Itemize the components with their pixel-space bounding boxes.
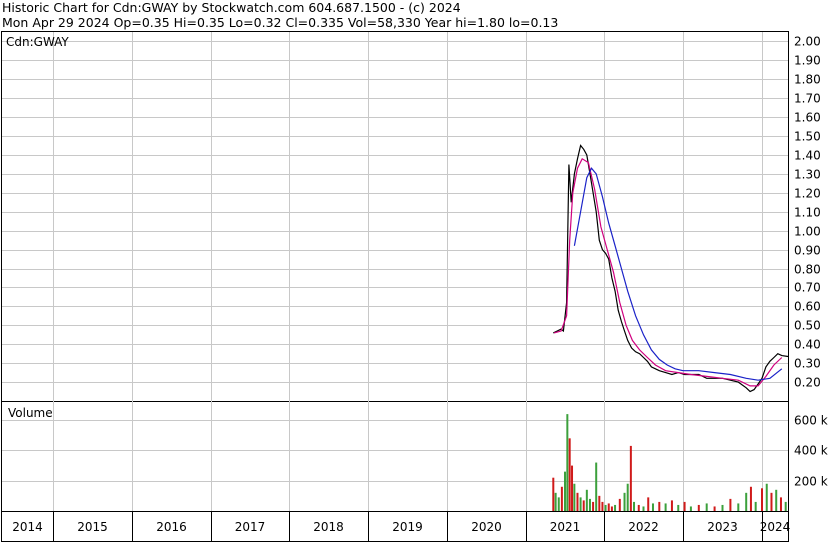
volume-panel-frame [1, 401, 789, 512]
volume-bar [721, 504, 724, 511]
volume-bar [585, 489, 588, 511]
price-tick-label: 1.80 [794, 73, 821, 87]
volume-tick-label: 600 k [794, 414, 828, 428]
volume-bar [779, 497, 782, 511]
volume-bar [604, 504, 607, 511]
volume-tick-label: 400 k [794, 444, 828, 458]
volume-bar [647, 497, 650, 511]
price-tick-label: 1.30 [794, 168, 821, 182]
volume-bar [576, 492, 579, 511]
price-tick-label: 0.30 [794, 357, 821, 371]
volume-tick-label: 200 k [794, 475, 828, 489]
price-tick-label: 1.00 [794, 225, 821, 239]
stock-chart: 2.00 1.90 1.80 1.70 1.60 1.50 1.40 1.30 1.20 1.10… [1, 31, 828, 542]
volume-bar [614, 504, 617, 511]
price-tick-label: 1.40 [794, 149, 821, 163]
price-tick-label: 0.70 [794, 281, 821, 295]
volume-bar [683, 501, 686, 511]
volume-bar [566, 414, 569, 511]
year-label: 2019 [392, 520, 423, 534]
volume-bar [595, 462, 598, 511]
volume-bar [765, 483, 768, 511]
volume-bar [633, 501, 636, 511]
year-label: 2020 [471, 520, 502, 534]
volume-bar [637, 504, 640, 511]
price-panel-frame [1, 31, 789, 402]
volume-bar [571, 465, 574, 511]
volume-bar [642, 506, 645, 511]
volume-bar [713, 506, 716, 511]
volume-bar [664, 503, 667, 511]
volume-bar [697, 504, 700, 511]
price-tick-label: 0.60 [794, 300, 821, 314]
volume-bar [588, 498, 591, 511]
year-label: 2016 [156, 520, 187, 534]
price-tick-label: 0.50 [794, 319, 821, 333]
price-tick-label: 1.10 [794, 206, 821, 220]
volume-bar [610, 506, 613, 511]
price-tick-label: 1.70 [794, 92, 821, 106]
volume-y-labels: 600 k 400 k 200 k [794, 414, 828, 489]
year-label: 2017 [235, 520, 266, 534]
year-label: 2024 [760, 520, 791, 534]
year-label: 2018 [313, 520, 344, 534]
volume-bar [705, 503, 708, 511]
volume-bar [737, 503, 740, 511]
volume-bar [568, 438, 571, 511]
volume-bar [629, 445, 632, 511]
volume-bar [582, 500, 585, 511]
volume-bar [592, 501, 595, 511]
price-panel-label: Cdn:GWAY [6, 35, 69, 49]
volume-bar [601, 501, 604, 511]
volume-bar [618, 498, 621, 511]
volume-bar [770, 492, 773, 511]
volume-bar [775, 489, 778, 511]
volume-bar [689, 506, 692, 511]
price-tick-label: 1.50 [794, 130, 821, 144]
volume-bar [557, 497, 560, 511]
year-label: 2014 [12, 520, 43, 534]
price-tick-label: 0.20 [794, 376, 821, 390]
year-label: 2022 [628, 520, 659, 534]
price-tick-label: 2.00 [794, 35, 821, 49]
price-y-labels: 2.00 1.90 1.80 1.70 1.60 1.50 1.40 1.30 1.20 1.10… [794, 35, 821, 390]
volume-panel-label: Volume [8, 406, 53, 420]
volume-bar [598, 495, 601, 511]
volume-bar [579, 497, 582, 511]
volume-bar [626, 483, 629, 511]
volume-bar [564, 471, 566, 511]
volume-bar [658, 501, 661, 511]
volume-bar [784, 501, 787, 511]
volume-bar [573, 483, 576, 511]
year-label: 2023 [707, 520, 738, 534]
year-label: 2015 [77, 520, 108, 534]
volume-bar [607, 503, 610, 511]
volume-bar [670, 500, 673, 511]
volume-bar [623, 492, 626, 511]
volume-bar [677, 504, 680, 511]
volume-bar [552, 477, 555, 511]
volume-bar [560, 486, 563, 511]
volume-bar [749, 486, 752, 511]
price-tick-label: 0.80 [794, 263, 821, 277]
price-tick-label: 1.90 [794, 54, 821, 68]
volume-bar [761, 488, 763, 511]
price-tick-label: 1.60 [794, 111, 821, 125]
volume-bar [554, 492, 557, 511]
price-tick-label: 0.90 [794, 244, 821, 258]
price-tick-label: 0.40 [794, 338, 821, 352]
year-label: 2021 [550, 520, 581, 534]
volume-bar [729, 498, 732, 511]
volume-bar [651, 503, 654, 511]
volume-bar [754, 501, 757, 511]
price-tick-label: 1.20 [794, 187, 821, 201]
volume-bar [745, 492, 748, 511]
